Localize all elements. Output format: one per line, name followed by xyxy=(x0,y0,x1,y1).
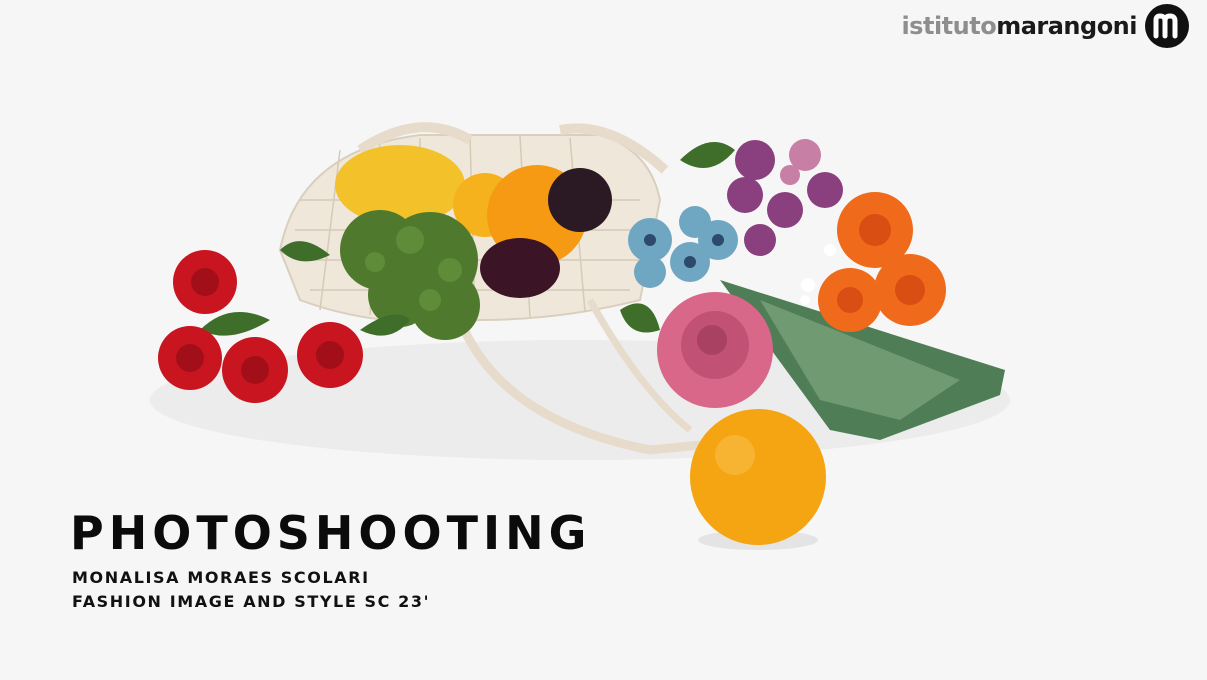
m-logo-icon xyxy=(1145,4,1189,48)
brand-logo: istitutomarangoni xyxy=(901,4,1189,48)
brand-name-dark: marangoni xyxy=(996,12,1137,40)
slide: istitutomarangoni PHOTOSHOOTING MONALISA… xyxy=(0,0,1207,680)
brand-name-light: istituto xyxy=(901,12,997,40)
subtitle-author: MONALISA MORAES SCOLARI xyxy=(72,568,370,587)
page-title: PHOTOSHOOTING xyxy=(70,506,592,560)
brand-name: istitutomarangoni xyxy=(901,12,1137,40)
subtitle-course: FASHION IMAGE AND STYLE SC 23' xyxy=(72,592,431,611)
